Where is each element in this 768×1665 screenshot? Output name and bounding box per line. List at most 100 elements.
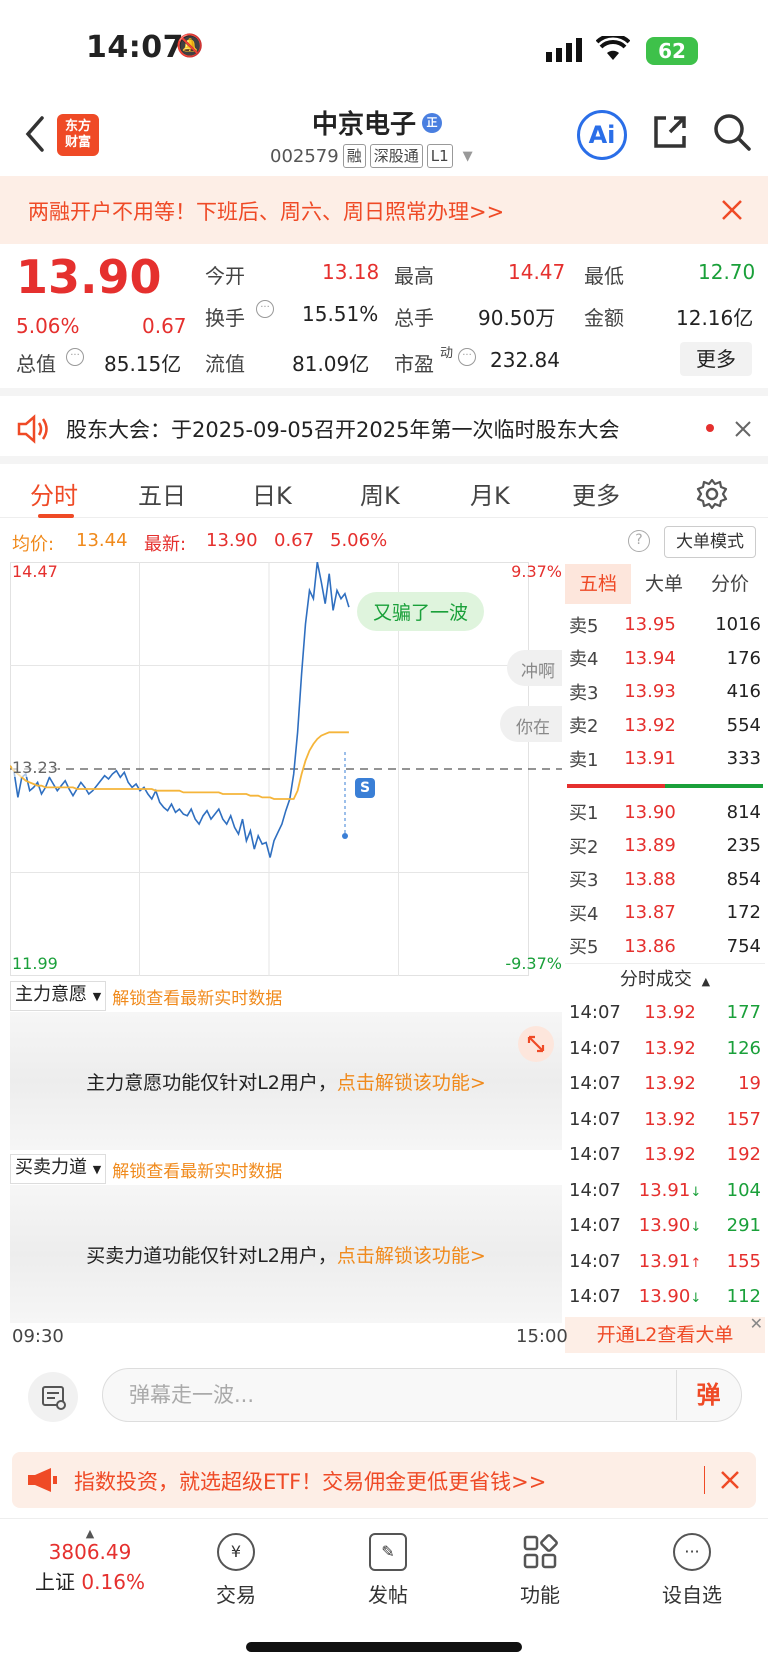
tab-five-levels[interactable]: 五档 [565, 564, 631, 604]
main-intent-header: 主力意愿 ▼ 解锁查看最新实时数据 [10, 980, 562, 1012]
l2-banner-text[interactable]: 开通L2查看大单 [597, 1324, 734, 1346]
trade-row: 14:07 13.92 177 [565, 995, 765, 1031]
buy-level-row[interactable]: 买4 13.87 172 [565, 896, 765, 930]
ai-button[interactable]: Ai [577, 110, 627, 160]
close-icon[interactable] [720, 1470, 740, 1494]
arrow-down-icon: ↓ [690, 1220, 702, 1236]
buy-level-row[interactable]: 买5 13.86 754 [565, 930, 765, 964]
tab-intraday[interactable]: 分时 [30, 476, 78, 511]
help-icon[interactable]: ? [628, 530, 650, 552]
buy-sell-force-unlock-hint[interactable]: 解锁查看最新实时数据 [112, 1157, 282, 1182]
sell-levels: 卖5 13.95 1016 卖4 13.94 176 卖3 13.93 416 卖2 13.92 55… [565, 608, 765, 776]
sell-marker[interactable]: S [355, 778, 375, 798]
nav-post-label: 发帖 [368, 1583, 408, 1607]
pe-label: 市盈 [394, 352, 434, 376]
intraday-chart[interactable]: 14.47 9.37% 11.99 -9.37% 13.23 又骗了一波 冲啊 … [9, 561, 562, 976]
sell-level-row[interactable]: 卖3 13.93 416 [565, 675, 765, 709]
info-icon[interactable]: ··· [458, 348, 476, 366]
danmu-input[interactable]: 弹幕走一波... [102, 1368, 742, 1422]
settings-icon[interactable] [696, 478, 728, 514]
main-intent-dropdown[interactable]: 主力意愿 ▼ [10, 981, 107, 1011]
level-volume: 1016 [715, 614, 761, 636]
level-price: 13.90 [624, 801, 676, 823]
sell-level-row[interactable]: 卖4 13.94 176 [565, 642, 765, 676]
nav-trade[interactable]: ¥ 交易 [176, 1533, 296, 1608]
sell-level-row[interactable]: 卖2 13.92 554 [565, 709, 765, 743]
open-value: 13.18 [322, 260, 380, 284]
status-bar: 14:07 🔕 62 [0, 0, 768, 100]
buy-sell-force-dropdown[interactable]: 买卖力道 ▼ [10, 1154, 107, 1184]
buy-sell-force-unlock-link[interactable]: 点击解锁该功能> [337, 1245, 486, 1267]
tab-big-orders[interactable]: 大单 [631, 564, 697, 604]
trade-price: 13.91↓ [638, 1179, 702, 1201]
trade-volume: 126 [726, 1037, 761, 1059]
sell-level-row[interactable]: 卖1 13.91 333 [565, 742, 765, 776]
main-intent-locked-area: 主力意愿功能仅针对L2用户，点击解锁该功能> [10, 1012, 562, 1150]
notice-bar[interactable]: 股东大会：于2025-09-05召开2025年第一次临时股东大会 [0, 388, 768, 456]
buy-level-row[interactable]: 买3 13.88 854 [565, 863, 765, 897]
main-intent-locked-text: 主力意愿功能仅针对L2用户， [86, 1072, 337, 1094]
arrow-down-icon: ↓ [690, 1291, 702, 1307]
danmu-send-button[interactable]: 弹 [676, 1370, 740, 1420]
promo-text[interactable]: 两融开户不用等！下班后、周六、周日照常办理>> [28, 196, 504, 226]
notice-text[interactable]: 股东大会：于2025-09-05召开2025年第一次临时股东大会 [66, 414, 619, 444]
back-icon[interactable] [22, 114, 46, 158]
trade-volume: 155 [726, 1250, 761, 1272]
close-icon[interactable] [734, 420, 752, 442]
avg-value: 13.44 [76, 530, 128, 551]
tab-daily-k[interactable]: 日K [252, 476, 292, 511]
nav-add-watchlist[interactable]: ··· 设自选 [632, 1533, 752, 1608]
nav-post[interactable]: ✎ 发帖 [328, 1533, 448, 1608]
share-icon[interactable] [650, 112, 690, 156]
promo-banner[interactable]: 两融开户不用等！下班后、周六、周日照常办理>> [0, 176, 768, 244]
trades-header[interactable]: 分时成交 ▲ [565, 963, 765, 995]
caret-down-icon[interactable]: ▼ [463, 149, 473, 164]
trade-volume: 112 [726, 1286, 761, 1308]
buy-sell-force-locked-area: 买卖力道功能仅针对L2用户，点击解锁该功能> [10, 1185, 562, 1323]
buy-sell-force-dropdown-label: 买卖力道 [15, 1157, 87, 1178]
tab-price-dist[interactable]: 分价 [697, 564, 763, 604]
tab-more[interactable]: 更多 [572, 476, 620, 511]
tab-weekly-k[interactable]: 周K [360, 476, 400, 511]
battery-icon: 62 [646, 37, 698, 65]
sell-level-row[interactable]: 卖5 13.95 1016 [565, 608, 765, 642]
trade-price: 13.92 [644, 1037, 696, 1059]
close-icon[interactable]: ✕ [750, 1314, 763, 1333]
buy-level-row[interactable]: 买1 13.90 814 [565, 796, 765, 830]
l2-banner[interactable]: 开通L2查看大单 ✕ [565, 1314, 765, 1353]
info-icon[interactable]: ··· [66, 348, 84, 366]
buy-level-row[interactable]: 买2 13.89 235 [565, 829, 765, 863]
volume-value: 90.50万 [478, 306, 556, 330]
search-icon[interactable] [712, 112, 752, 156]
logo-line2: 财富 [64, 135, 91, 150]
info-icon[interactable]: ··· [256, 300, 274, 318]
tab-five-day[interactable]: 五日 [138, 476, 186, 511]
level-volume: 854 [726, 868, 761, 890]
trades-title: 分时成交 [619, 969, 692, 990]
level-volume: 416 [726, 681, 761, 703]
nav-functions[interactable]: 功能 [480, 1533, 600, 1608]
etf-banner-text[interactable]: 指数投资，就选超级ETF！交易佣金更低更省钱>> [74, 1466, 546, 1496]
tab-monthly-k[interactable]: 月K [470, 476, 510, 511]
latest-value: 13.90 [206, 530, 258, 551]
etf-banner[interactable]: 指数投资，就选超级ETF！交易佣金更低更省钱>> [12, 1452, 756, 1508]
level-label: 买4 [569, 903, 599, 925]
level-volume: 554 [726, 714, 761, 736]
main-intent-unlock-hint[interactable]: 解锁查看最新实时数据 [112, 984, 282, 1009]
big-order-mode-button[interactable]: 大单模式 [664, 526, 756, 558]
stock-code-line: 002579 融 深股通 L1 ▼ [270, 144, 473, 168]
expand-icon[interactable] [518, 1026, 554, 1062]
more-button[interactable]: 更多 [680, 342, 752, 376]
main-intent-unlock-link[interactable]: 点击解锁该功能> [337, 1072, 486, 1094]
close-icon[interactable] [720, 198, 744, 226]
index-ticker[interactable]: ▲ 3806.49 上证 0.16% [20, 1527, 160, 1595]
danmu-settings-icon[interactable] [28, 1372, 78, 1422]
index-value: 3806.49 [48, 1540, 132, 1564]
level-volume: 333 [726, 748, 761, 770]
trade-row: 14:07 13.90↓ 112 [565, 1279, 765, 1315]
float-label: 流值 [205, 352, 245, 376]
nav-trade-label: 交易 [216, 1583, 256, 1607]
level-label: 买2 [569, 836, 599, 858]
mktcap-value: 85.15亿 [104, 352, 182, 376]
trade-row: 14:07 13.91↑ 155 [565, 1244, 765, 1280]
